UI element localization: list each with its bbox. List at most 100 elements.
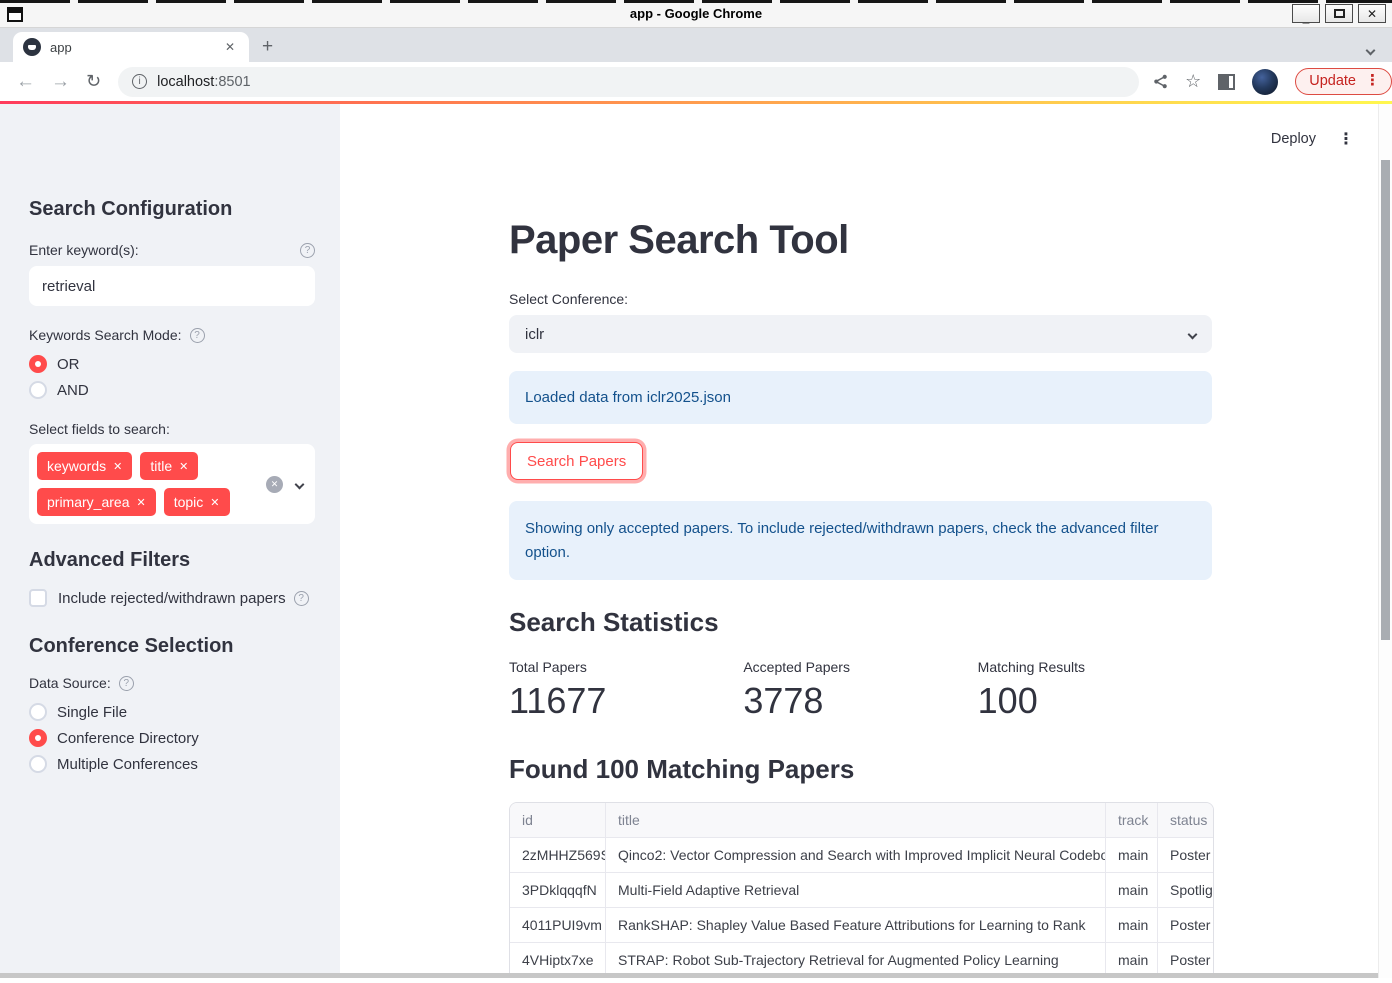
tag-keywords-remove-icon[interactable]: ✕ <box>113 460 122 473</box>
tag-primary-area-remove-icon[interactable]: ✕ <box>136 496 145 509</box>
table-row[interactable]: 4011PUI9vm RankSHAP: Shapley Value Based… <box>510 908 1213 943</box>
include-rejected-help-icon[interactable]: ? <box>294 591 309 606</box>
include-rejected-checkbox-row[interactable]: Include rejected/withdrawn papers ? <box>29 589 315 607</box>
vertical-scrollbar-thumb[interactable] <box>1381 160 1390 640</box>
radio-option-and[interactable]: AND <box>29 381 315 399</box>
info-filter-box: Showing only accepted papers. To include… <box>509 501 1212 580</box>
main-content: Paper Search Tool Select Conference: icl… <box>509 104 1212 978</box>
vertical-scrollbar[interactable] <box>1378 104 1392 978</box>
deploy-button[interactable]: Deploy <box>1271 131 1316 147</box>
fields-multiselect[interactable]: keywords ✕ title✕ primary_area✕ topic ✕ ✕ <box>29 444 315 524</box>
radio-option-conference-directory[interactable]: Conference Directory <box>29 729 315 747</box>
toolbar-right: ☆ Update ⋮ <box>1153 68 1392 95</box>
radio-option-single-file[interactable]: Single File <box>29 703 315 721</box>
search-mode-help-icon[interactable]: ? <box>190 328 205 343</box>
main-area: Deploy ⋮ Paper Search Tool Select Confer… <box>340 104 1378 978</box>
cell-track: main <box>1106 908 1158 943</box>
tabstrip-chevron-icon[interactable] <box>1367 41 1374 59</box>
keyword-input[interactable] <box>29 266 315 306</box>
cell-status: Spotlight <box>1158 873 1213 908</box>
table-header-row: id title track status <box>510 803 1213 838</box>
column-header-track[interactable]: track <box>1106 803 1158 838</box>
chrome-update-button[interactable]: Update ⋮ <box>1295 68 1392 95</box>
tag-topic[interactable]: topic ✕ <box>164 488 230 516</box>
radio-single-file-unselected[interactable] <box>29 703 47 721</box>
metric-matching-results-value: 100 <box>978 681 1212 721</box>
results-title: Found 100 Matching Papers <box>509 755 1212 783</box>
browser-tab-app[interactable]: app ✕ <box>13 32 249 62</box>
metric-accepted-papers-label: Accepted Papers <box>743 659 977 675</box>
cell-status: Poster <box>1158 908 1213 943</box>
cell-title: RankSHAP: Shapley Value Based Feature At… <box>606 908 1106 943</box>
radio-multiple-conferences-unselected[interactable] <box>29 755 47 773</box>
cell-title: Qinco2: Vector Compression and Search wi… <box>606 838 1106 873</box>
results-table[interactable]: id title track status 2zMHHZ569S Qinco2:… <box>509 802 1214 978</box>
reload-button[interactable]: ↻ <box>86 71 101 92</box>
horizontal-scrollbar[interactable] <box>0 973 1378 978</box>
back-button[interactable]: ← <box>16 71 35 93</box>
radio-single-file-label: Single File <box>57 704 127 721</box>
metric-total-papers: Total Papers 11677 <box>509 659 743 721</box>
app-menu-dots-icon[interactable]: ⋮ <box>1338 129 1354 149</box>
window-title: app - Google Chrome <box>0 6 1392 21</box>
radio-option-multiple-conferences[interactable]: Multiple Conferences <box>29 755 315 773</box>
table-row[interactable]: 3PDklqqqfN Multi-Field Adaptive Retrieva… <box>510 873 1213 908</box>
column-header-id[interactable]: id <box>510 803 606 838</box>
column-header-status[interactable]: status <box>1158 803 1213 838</box>
site-info-icon[interactable]: i <box>132 74 147 89</box>
tag-topic-label: topic <box>174 494 204 510</box>
cell-track: main <box>1106 873 1158 908</box>
browser-menu-dots-icon[interactable]: ⋮ <box>1365 74 1380 88</box>
window-close-button[interactable]: ✕ <box>1358 4 1386 23</box>
keyword-help-icon[interactable]: ? <box>300 243 315 258</box>
url-bar[interactable]: i localhost:8501 <box>118 67 1139 97</box>
info-loaded-box: Loaded data from iclr2025.json <box>509 371 1212 424</box>
radio-or-label: OR <box>57 356 80 373</box>
column-header-title[interactable]: title <box>606 803 1106 838</box>
share-icon[interactable] <box>1153 74 1168 89</box>
window-controls: _ ✕ <box>1292 4 1386 23</box>
profile-avatar[interactable] <box>1252 69 1278 95</box>
include-rejected-checkbox[interactable] <box>29 589 47 607</box>
tag-keywords-label: keywords <box>47 458 106 474</box>
cell-status: Poster <box>1158 838 1213 873</box>
tag-title[interactable]: title✕ <box>140 452 198 480</box>
forward-button[interactable]: → <box>51 71 70 93</box>
window-maximize-button[interactable] <box>1325 4 1353 23</box>
multiselect-clear-all-icon[interactable]: ✕ <box>266 476 283 493</box>
tag-keywords[interactable]: keywords ✕ <box>37 452 132 480</box>
search-papers-button[interactable]: Search Papers <box>510 442 643 480</box>
radio-multiple-conferences-label: Multiple Conferences <box>57 756 198 773</box>
conference-select-label: Select Conference: <box>509 291 1212 307</box>
conference-selectbox[interactable]: iclr <box>509 315 1212 353</box>
window-minimize-button[interactable]: _ <box>1292 4 1320 23</box>
bookmark-star-icon[interactable]: ☆ <box>1185 71 1201 92</box>
window-titlebar: app - Google Chrome _ ✕ <box>0 0 1392 28</box>
radio-conference-directory-selected[interactable] <box>29 729 47 747</box>
tab-close-icon[interactable]: ✕ <box>221 38 239 56</box>
radio-and-unselected[interactable] <box>29 381 47 399</box>
screen: app - Google Chrome _ ✕ app ✕ + ← → ↻ i … <box>0 0 1392 983</box>
multiselect-tags: keywords ✕ title✕ primary_area✕ topic ✕ <box>37 452 252 516</box>
url-host: localhost <box>157 74 214 90</box>
tag-primary-area[interactable]: primary_area✕ <box>37 488 156 516</box>
tab-label: app <box>50 40 221 55</box>
search-mode-label: Keywords Search Mode: <box>29 327 182 343</box>
metric-accepted-papers-value: 3778 <box>743 681 977 721</box>
conference-selected-value: iclr <box>525 326 1189 343</box>
side-panel-icon[interactable] <box>1218 74 1235 90</box>
tag-title-remove-icon[interactable]: ✕ <box>179 460 188 473</box>
cell-id: 2zMHHZ569S <box>510 838 606 873</box>
radio-option-or[interactable]: OR <box>29 355 315 373</box>
info-filter-text: Showing only accepted papers. To include… <box>525 520 1158 561</box>
table-row[interactable]: 2zMHHZ569S Qinco2: Vector Compression an… <box>510 838 1213 873</box>
tag-topic-remove-icon[interactable]: ✕ <box>210 496 219 509</box>
radio-or-selected[interactable] <box>29 355 47 373</box>
sidebar-section-advanced-filters: Advanced Filters <box>29 549 315 571</box>
maximize-icon <box>1334 9 1345 18</box>
multiselect-chevron-down-icon[interactable] <box>296 475 303 493</box>
new-tab-button[interactable]: + <box>262 37 273 56</box>
data-source-help-icon[interactable]: ? <box>119 676 134 691</box>
app-page: Search Configuration Enter keyword(s): ?… <box>0 104 1392 978</box>
selectbox-chevron-down-icon <box>1189 325 1196 343</box>
